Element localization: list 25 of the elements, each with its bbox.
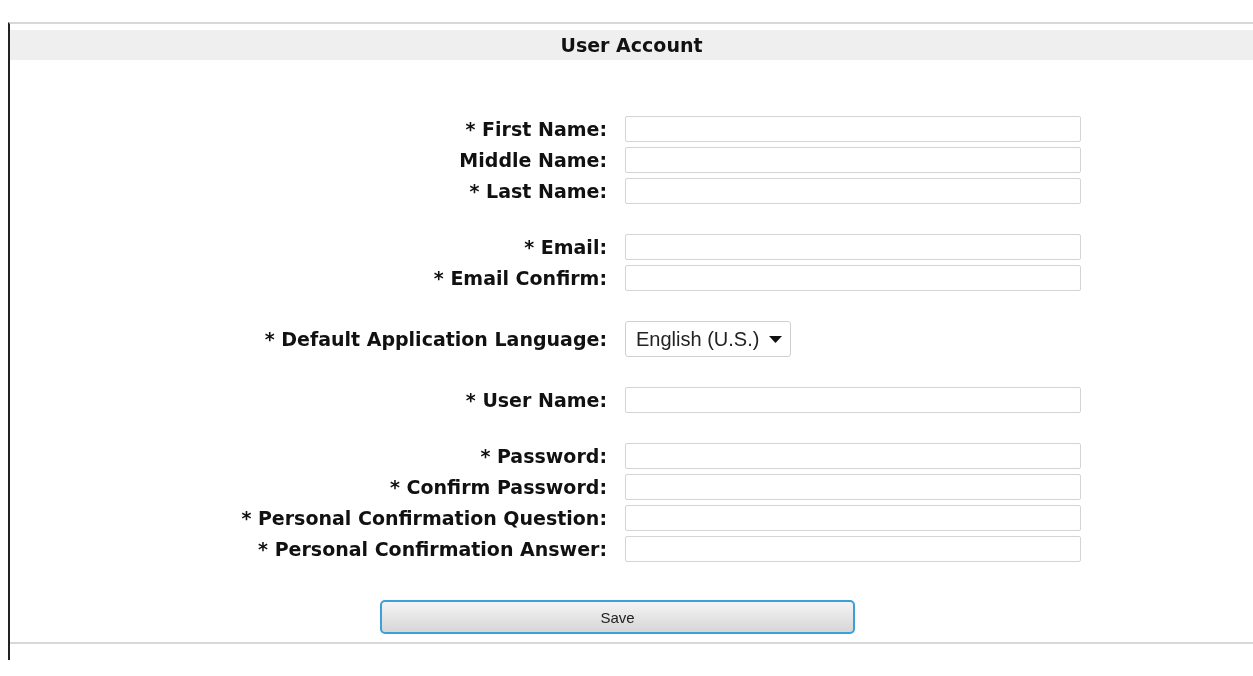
field-label: * Password: [479, 445, 607, 467]
save-button[interactable]: Save [380, 600, 855, 634]
field-label: * Personal Confirmation Answer: [257, 538, 607, 560]
text-field[interactable] [625, 505, 1081, 531]
field-label: * Email: [523, 236, 607, 258]
caret-icon [769, 335, 783, 343]
field-label: * User Name: [464, 389, 607, 411]
text-field[interactable] [625, 536, 1081, 562]
language-dropdown[interactable]: English (U.S.) [625, 321, 792, 357]
field-label: * Personal Confirmation Question: [240, 507, 607, 529]
text-field[interactable] [625, 234, 1081, 260]
text-field[interactable] [625, 387, 1081, 413]
section-title: User Account [560, 34, 703, 56]
field-label: * Confirm Password: [389, 476, 607, 498]
text-field[interactable] [625, 116, 1081, 142]
text-field[interactable] [625, 443, 1081, 469]
field-label: * Default Application Language: [263, 328, 607, 350]
text-field[interactable] [625, 147, 1081, 173]
text-field[interactable] [625, 474, 1081, 500]
text-field[interactable] [625, 265, 1081, 291]
text-field[interactable] [625, 178, 1081, 204]
field-label: * Email Confirm: [432, 267, 607, 289]
field-label: * First Name: [464, 118, 607, 140]
field-label: Middle Name: [458, 149, 607, 171]
field-label: * Last Name: [468, 180, 607, 202]
